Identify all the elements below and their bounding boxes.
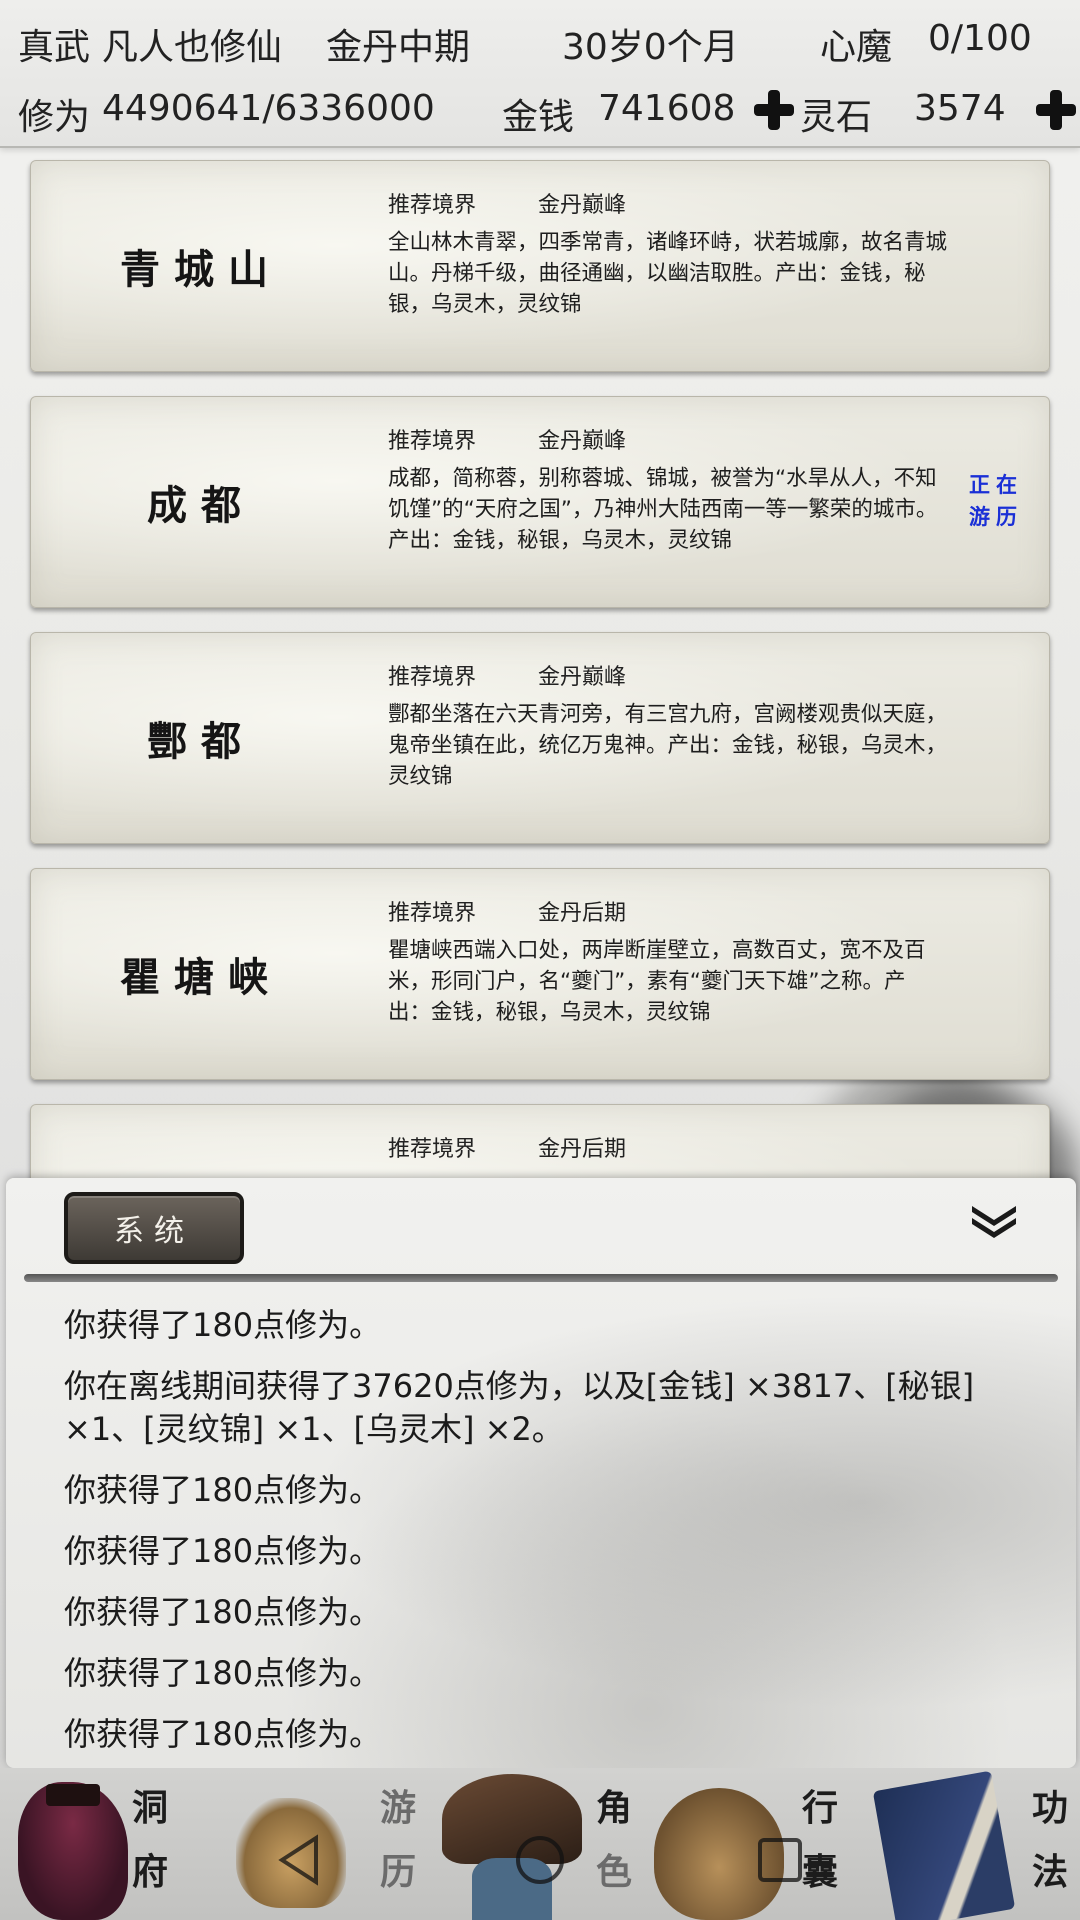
add-spirit-stone-plus-icon[interactable]	[1036, 90, 1076, 130]
message-log[interactable]: 你获得了180点修为。 你在离线期间获得了37620点修为，以及[金钱] ×38…	[64, 1304, 1044, 1768]
heart-demon-value: 0/100	[928, 18, 1032, 59]
money-label: 金钱	[502, 97, 575, 138]
nav-techniques[interactable]: 功 法	[864, 1768, 1080, 1920]
tab-system[interactable]: 系统	[64, 1192, 244, 1264]
log-entry: 你获得了180点修为。	[64, 1532, 382, 1570]
location-description: 全山林木青翠，四季常青，诸峰环峙，状若城廓，故名青城山。丹梯千级，曲径通幽，以幽…	[388, 230, 948, 317]
log-entry: 你获得了180点修为。	[64, 1306, 382, 1344]
log-entry: 你获得了180点修为。	[64, 1654, 382, 1692]
location-card-qutang[interactable]: 瞿塘峡 推荐境界 金丹后期 瞿塘峡西端入口处，两岸断崖壁立，高数百丈，宽不及百米…	[30, 868, 1050, 1080]
location-description: 酆都坐落在六天青河旁，有三宫九府，宫阙楼观贵似天庭，鬼帝坐镇在此，统亿万鬼神。产…	[388, 702, 948, 789]
cultivation-value: 4490641/6336000	[102, 88, 435, 129]
recommended-realm-value: 金丹巅峰	[538, 193, 627, 218]
recommended-realm-value: 金丹巅峰	[538, 429, 627, 454]
recommended-realm-value: 金丹后期	[538, 1137, 627, 1162]
location-name: 青城山	[120, 246, 282, 293]
recommended-realm-label: 推荐境界	[388, 1137, 477, 1162]
log-entry: 你在离线期间获得了37620点修为，以及[金钱] ×3817、[秘银] ×1、[…	[64, 1367, 975, 1448]
location-name: 酆都	[147, 718, 255, 765]
recent-apps-square-icon[interactable]	[750, 1830, 810, 1890]
recommended-realm-label: 推荐境界	[388, 665, 477, 690]
nav-label-bottom: 府	[131, 1851, 168, 1893]
spirit-stone-label: 灵石	[800, 97, 873, 138]
nav-label-top: 洞	[131, 1787, 168, 1829]
location-card-qingcheng[interactable]: 青城山 推荐境界 金丹巅峰 全山林木青翠，四季常青，诸峰环峙，状若城廓，故名青城…	[30, 160, 1050, 372]
traveling-status: 正在游历	[969, 472, 1023, 529]
location-card-partial[interactable]: 推荐境界 金丹后期	[30, 1104, 1050, 1180]
nav-label-bottom: 法	[1031, 1851, 1068, 1893]
character-name: 凡人也修仙	[102, 27, 283, 68]
age: 30岁0个月	[562, 27, 739, 68]
log-entry: 你获得了180点修为。	[64, 1593, 382, 1631]
nav-label-top: 功	[1031, 1787, 1068, 1829]
cultivation-label: 修为	[18, 97, 91, 138]
recommended-realm-label: 推荐境界	[388, 901, 477, 926]
money-value: 741608	[598, 88, 736, 129]
add-money-plus-icon[interactable]	[754, 90, 794, 130]
panel-divider	[24, 1274, 1058, 1282]
nav-label-bottom: 历	[379, 1851, 416, 1893]
location-name: 瞿塘峡	[120, 954, 282, 1001]
system-message-panel: 系统 你获得了180点修为。 你在离线期间获得了37620点修为，以及[金钱] …	[6, 1178, 1076, 1768]
log-entry: 你获得了180点修为。	[64, 1471, 382, 1509]
location-list[interactable]: 青城山 推荐境界 金丹巅峰 全山林木青翠，四季常青，诸峰环峙，状若城廓，故名青城…	[0, 150, 1080, 1180]
double-chevron-down-icon[interactable]	[966, 1200, 1022, 1240]
nav-label-top: 角	[595, 1787, 632, 1829]
book-icon	[872, 1770, 1016, 1920]
location-description: 成都，简称蓉，别称蓉城、锦城，被誉为“水旱从人，不知饥馑”的“天府之国”，乃神州…	[388, 466, 938, 553]
status-header: 真武 凡人也修仙 金丹中期 30岁0个月 心魔 0/100 修为 4490641…	[0, 0, 1080, 148]
recommended-realm-label: 推荐境界	[388, 193, 477, 218]
home-circle-icon[interactable]	[510, 1830, 570, 1890]
location-card-fengdu[interactable]: 酆都 推荐境界 金丹巅峰 酆都坐落在六天青河旁，有三宫九府，宫阙楼观贵似天庭，鬼…	[30, 632, 1050, 844]
recommended-realm-label: 推荐境界	[388, 429, 477, 454]
nav-label-bottom: 色	[595, 1851, 632, 1893]
sect-name: 真武	[18, 27, 91, 68]
recommended-realm-value: 金丹后期	[538, 901, 627, 926]
heart-demon-label: 心魔	[820, 27, 893, 68]
log-entry: 你获得了180点修为。	[64, 1715, 382, 1753]
spirit-stone-value: 3574	[914, 88, 1006, 129]
location-card-chengdu[interactable]: 成都 推荐境界 金丹巅峰 成都，简称蓉，别称蓉城、锦城，被誉为“水旱从人，不知饥…	[30, 396, 1050, 608]
location-description: 瞿塘峡西端入口处，两岸断崖壁立，高数百丈，宽不及百米，形同门户，名“夔门”，素有…	[388, 938, 926, 1025]
location-name: 成都	[147, 482, 255, 529]
back-triangle-icon[interactable]	[270, 1830, 330, 1890]
nav-label-top: 游	[379, 1787, 416, 1829]
recommended-realm-value: 金丹巅峰	[538, 665, 627, 690]
nav-cave-dwelling[interactable]: 洞 府	[0, 1768, 216, 1920]
realm-level: 金丹中期	[326, 27, 471, 68]
